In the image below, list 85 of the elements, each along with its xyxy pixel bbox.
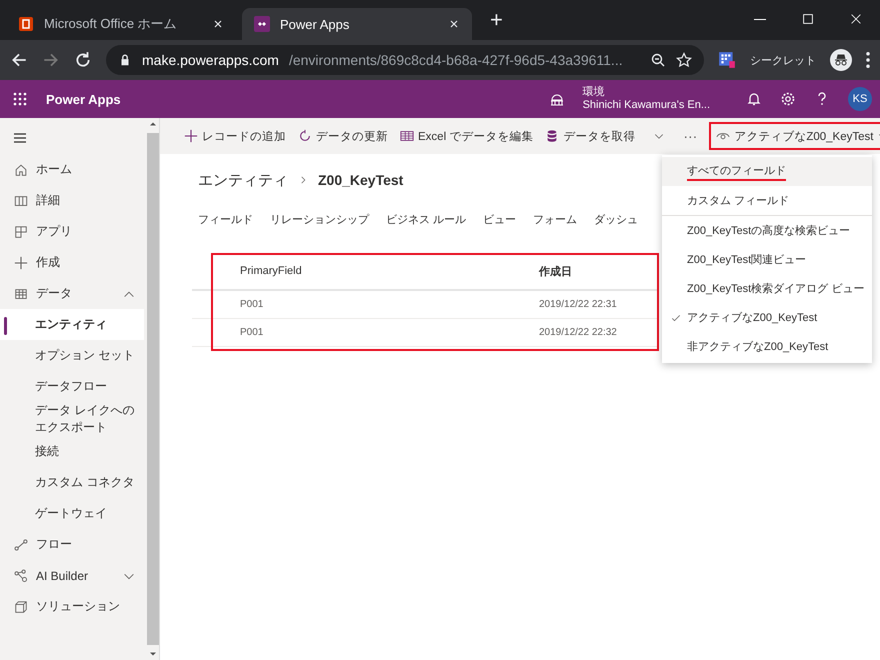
- nav-item[interactable]: フロー: [0, 529, 146, 560]
- incognito-label: シークレット: [750, 54, 816, 68]
- entity-tab[interactable]: リレーションシップ: [270, 208, 369, 233]
- nav-item[interactable]: アプリ: [0, 216, 146, 247]
- bell-icon: [746, 91, 762, 107]
- app-launcher-icon[interactable]: [12, 91, 28, 107]
- menu-item[interactable]: Z00_KeyTest検索ダイアログ ビュー: [662, 274, 872, 303]
- nav-item[interactable]: 作成: [0, 247, 146, 278]
- menu-item[interactable]: カスタム フィールド: [662, 186, 872, 215]
- command-button[interactable]: レコードの追加: [184, 128, 286, 144]
- incognito-avatar[interactable]: [830, 49, 852, 71]
- reload-icon: [74, 51, 92, 69]
- table-cell-text: P001: [240, 299, 264, 310]
- back-arrow-icon: [10, 51, 28, 69]
- nav-subitem[interactable]: データ レイクへのエクスポート: [0, 402, 146, 436]
- breadcrumb-link[interactable]: エンティティ: [198, 170, 288, 190]
- nav-subitem[interactable]: オプション セット: [0, 340, 146, 371]
- maximize-icon: [801, 12, 815, 26]
- url-host: make.powerapps.com: [142, 52, 279, 68]
- extension-icon: [718, 51, 736, 69]
- column-header[interactable]: 作成日: [539, 264, 659, 278]
- column-header[interactable]: PrimaryField: [240, 265, 539, 277]
- browser-tab[interactable]: Power Apps: [242, 8, 472, 40]
- app-icon: [254, 16, 270, 32]
- spreadsheet-icon: [400, 129, 414, 143]
- nav-item[interactable]: ソリューション: [0, 591, 146, 622]
- scrollbar[interactable]: [146, 118, 160, 660]
- tab-title: Power Apps: [280, 16, 350, 32]
- plus-icon: [14, 256, 28, 270]
- app-title: Power Apps: [46, 92, 121, 106]
- url-path: /environments/869c8cd4-b68a-427f-96d5-43a39611...: [288, 52, 624, 68]
- tab-title: Microsoft Office ホーム: [44, 15, 178, 33]
- user-avatar[interactable]: KS: [848, 87, 872, 111]
- environment-label: 環境: [582, 86, 606, 99]
- entity-tab[interactable]: ビュー: [483, 208, 516, 233]
- nav-subitem[interactable]: データフロー: [0, 371, 146, 402]
- more-button[interactable]: ···: [683, 128, 698, 144]
- command-button[interactable]: データを取得: [545, 128, 636, 144]
- entity-tab[interactable]: フォーム: [533, 208, 578, 233]
- new-tab-button[interactable]: +: [486, 7, 507, 33]
- menu-item[interactable]: Z00_KeyTestの高度な検索ビュー: [662, 215, 872, 245]
- nav-subitem[interactable]: カスタム コネクタ: [0, 467, 146, 498]
- entity-tab[interactable]: フィールド: [198, 208, 253, 233]
- forward-arrow-icon: [42, 51, 60, 69]
- nav-subitem[interactable]: エンティティ: [0, 309, 144, 340]
- table-cell-text: 2019/12/22 22:31: [539, 299, 618, 310]
- book-icon: [14, 194, 28, 208]
- settings-icon: [780, 91, 796, 107]
- home-icon: [14, 162, 28, 176]
- nav-item[interactable]: ホーム: [0, 154, 146, 185]
- browser-tab[interactable]: Microsoft Office ホーム: [6, 8, 236, 40]
- nav-subitem[interactable]: 接続: [0, 436, 146, 467]
- entity-tab[interactable]: ダッシュ: [594, 208, 638, 233]
- nodes-icon: [14, 568, 28, 582]
- table-icon: [14, 286, 28, 300]
- menu-item[interactable]: アクティブなZ00_KeyTest: [662, 303, 872, 332]
- nav-item[interactable]: 詳細: [0, 185, 146, 216]
- address-bar[interactable]: make.powerapps.com /environments/869c8cd4-b68a-427f-96d5-43a39611...: [106, 45, 704, 75]
- database-icon: [545, 129, 560, 143]
- flow-icon: [14, 538, 28, 552]
- more-icon[interactable]: [866, 52, 870, 68]
- table-cell-text: 2019/12/22 22:32: [539, 327, 618, 338]
- close-icon: [448, 18, 460, 30]
- zoom-out-icon: [650, 52, 666, 68]
- menu-item[interactable]: すべてのフィールド: [662, 157, 872, 186]
- view-selector[interactable]: アクティブなZ00_KeyTest: [709, 122, 880, 150]
- menu-item[interactable]: Z00_KeyTest関連ビュー: [662, 245, 872, 274]
- table-cell-text: P001: [240, 327, 264, 338]
- menu-item[interactable]: 非アクティブなZ00_KeyTest: [662, 332, 872, 361]
- refresh-icon: [298, 129, 312, 143]
- close-icon: [212, 18, 224, 30]
- command-button[interactable]: データの更新: [298, 128, 388, 144]
- grid-icon: [14, 224, 28, 238]
- nav-item[interactable]: AI Builder: [0, 560, 146, 591]
- entity-tab[interactable]: ビジネス ルール: [386, 208, 466, 233]
- office-icon: [18, 16, 34, 32]
- breadcrumb-current: Z00_KeyTest: [318, 172, 404, 188]
- environment-name[interactable]: Shinichi Kawamura's En...: [582, 99, 710, 112]
- box-icon: [14, 600, 28, 614]
- nav-item[interactable]: データ: [0, 278, 146, 309]
- close-icon: [849, 12, 863, 26]
- command-button[interactable]: Excel でデータを編集: [400, 128, 534, 144]
- plus-icon: [184, 129, 198, 143]
- star-icon: [676, 52, 692, 68]
- nav-subitem[interactable]: ゲートウェイ: [0, 498, 146, 529]
